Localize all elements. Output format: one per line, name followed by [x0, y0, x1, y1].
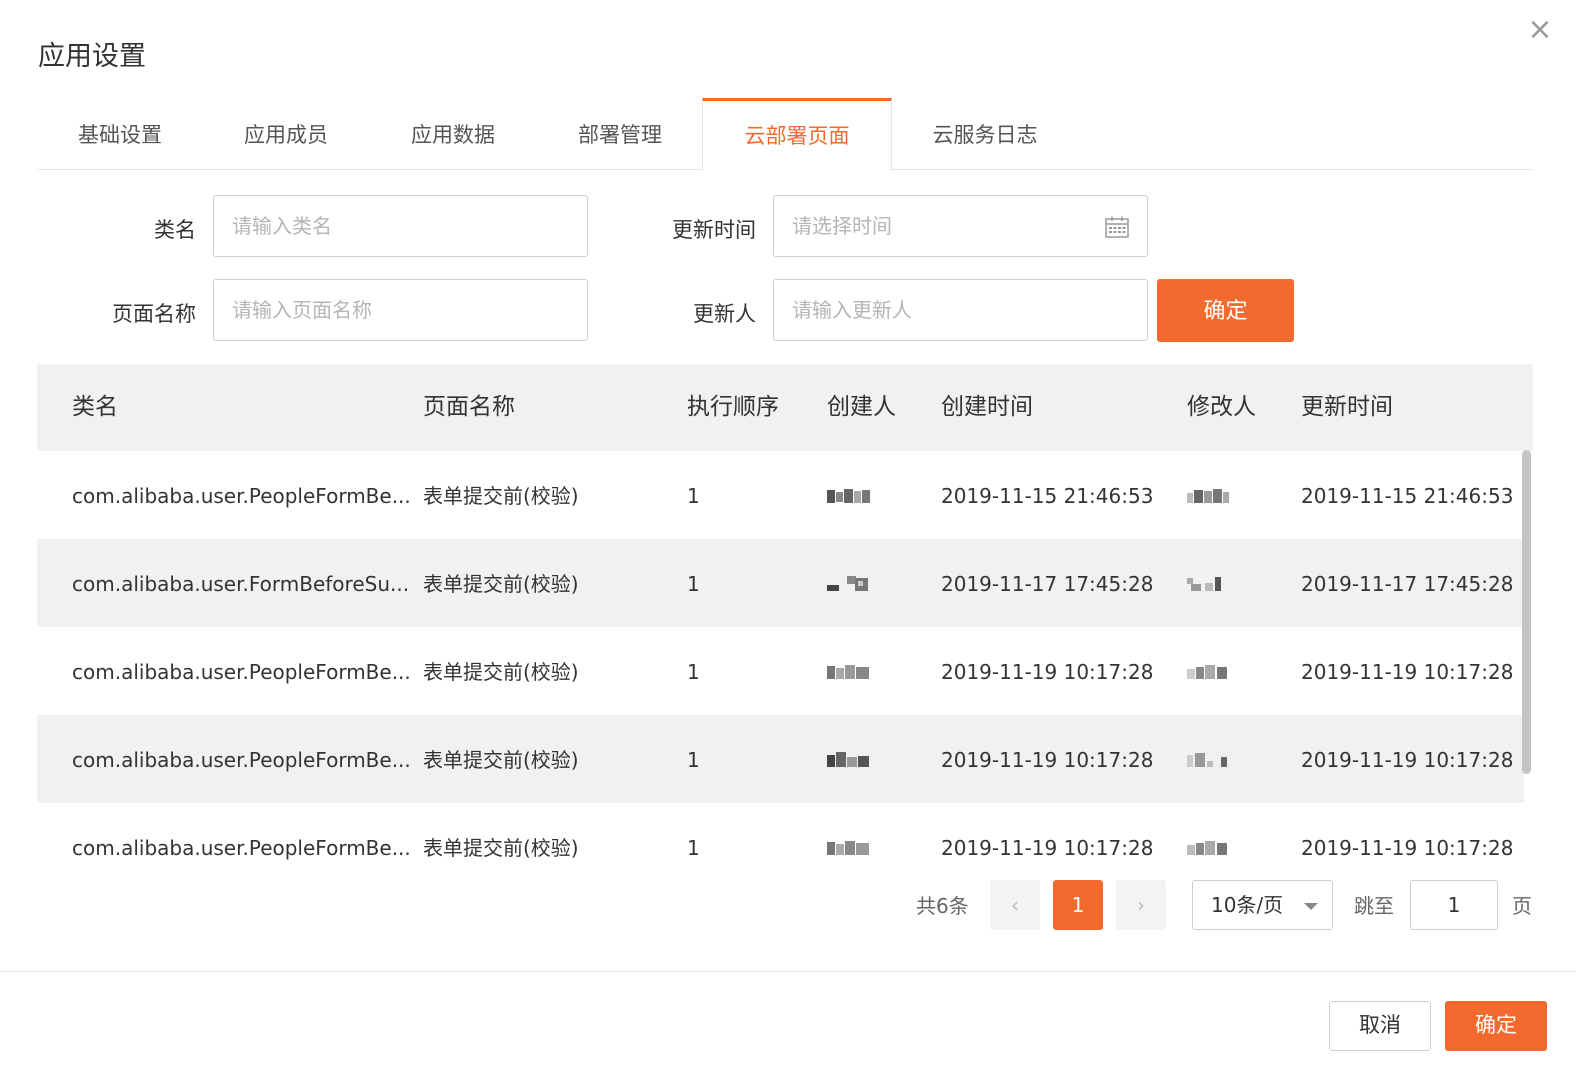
- cell-class-name: com.alibaba.user.PeopleFormBe...: [72, 748, 411, 772]
- table-row[interactable]: com.alibaba.user.FormBeforeSu... 表单提交前(校…: [37, 539, 1524, 627]
- cell-created-time: 2019-11-19 10:17:28: [941, 748, 1154, 772]
- column-header-modifier[interactable]: 修改人: [1187, 364, 1256, 451]
- cell-page-name: 表单提交前(校验): [423, 572, 579, 596]
- pagination-next-button[interactable]: ›: [1116, 880, 1166, 930]
- tab-bar: 基础设置 应用成员 应用数据 部署管理 云部署页面 云服务日志: [38, 98, 1533, 171]
- footer-divider: [0, 971, 1576, 972]
- modifier-blurred-name: [1187, 753, 1227, 767]
- column-header-order[interactable]: 执行顺序: [687, 364, 779, 451]
- pagination-page-1[interactable]: 1: [1053, 880, 1103, 930]
- cell-created-time: 2019-11-15 21:46:53: [941, 484, 1154, 508]
- cell-class-name: com.alibaba.user.FormBeforeSu...: [72, 572, 410, 596]
- creator-blurred-name: [827, 576, 868, 591]
- cell-created-time: 2019-11-19 10:17:28: [941, 836, 1154, 860]
- column-header-updated-time[interactable]: 更新时间: [1301, 364, 1393, 451]
- tab-app-data[interactable]: 应用数据: [411, 98, 495, 170]
- data-table: 类名 页面名称 执行顺序 创建人 创建时间 修改人 更新时间 com.aliba…: [37, 364, 1533, 860]
- cell-created-time: 2019-11-17 17:45:28: [941, 572, 1154, 596]
- update-time-field: [773, 195, 1148, 257]
- column-header-created-time[interactable]: 创建时间: [941, 364, 1033, 451]
- table-header: 类名 页面名称 执行顺序 创建人 创建时间 修改人 更新时间: [37, 364, 1533, 451]
- cell-class-name: com.alibaba.user.PeopleFormBe...: [72, 836, 411, 860]
- cell-order: 1: [687, 660, 700, 684]
- page-name-label: 页面名称: [112, 302, 196, 326]
- creator-blurred-name: [827, 752, 869, 767]
- pagination-total: 共6条: [916, 894, 969, 918]
- creator-blurred-name: [827, 665, 869, 679]
- cell-page-name: 表单提交前(校验): [423, 836, 579, 860]
- chevron-down-icon: [1304, 903, 1318, 910]
- cell-updated-time: 2019-11-19 10:17:28: [1301, 748, 1514, 772]
- updater-field: [773, 279, 1148, 341]
- filter-confirm-button[interactable]: 确定: [1157, 279, 1294, 342]
- page-size-select[interactable]: 10条/页: [1192, 880, 1333, 930]
- column-header-creator[interactable]: 创建人: [827, 364, 896, 451]
- modifier-blurred-name: [1187, 665, 1227, 679]
- tab-cloud-deploy-page[interactable]: 云部署页面: [702, 98, 892, 171]
- cell-class-name: com.alibaba.user.PeopleFormBe...: [72, 484, 411, 508]
- pagination-prev-button[interactable]: ‹: [990, 880, 1040, 930]
- cell-order: 1: [687, 748, 700, 772]
- cell-updated-time: 2019-11-19 10:17:28: [1301, 660, 1514, 684]
- creator-blurred-name: [827, 489, 870, 503]
- modifier-blurred-name: [1187, 577, 1221, 591]
- table-row[interactable]: com.alibaba.user.PeopleFormBe... 表单提交前(校…: [37, 803, 1524, 863]
- modifier-blurred-name: [1187, 489, 1229, 503]
- cell-order: 1: [687, 572, 700, 596]
- page-name-field: [213, 279, 588, 341]
- dialog-title: 应用设置: [38, 41, 146, 72]
- update-time-label: 更新时间: [672, 218, 756, 242]
- close-icon[interactable]: ×: [1524, 14, 1556, 46]
- page-size-value: 10条/页: [1211, 893, 1284, 917]
- tab-app-members[interactable]: 应用成员: [244, 98, 328, 170]
- cell-updated-time: 2019-11-17 17:45:28: [1301, 572, 1514, 596]
- cell-page-name: 表单提交前(校验): [423, 660, 579, 684]
- tab-cloud-service-log[interactable]: 云服务日志: [932, 98, 1038, 170]
- class-name-field: [213, 195, 588, 257]
- confirm-button[interactable]: 确定: [1445, 1001, 1547, 1051]
- cell-page-name: 表单提交前(校验): [423, 748, 579, 772]
- updater-label: 更新人: [693, 302, 756, 326]
- class-name-label: 类名: [154, 218, 196, 242]
- table-row[interactable]: com.alibaba.user.PeopleFormBe... 表单提交前(校…: [37, 715, 1524, 803]
- class-name-input[interactable]: [214, 196, 587, 256]
- table-row[interactable]: com.alibaba.user.PeopleFormBe... 表单提交前(校…: [37, 627, 1524, 715]
- jump-to-field: [1410, 880, 1498, 930]
- page-suffix-label: 页: [1512, 894, 1532, 918]
- cell-updated-time: 2019-11-15 21:46:53: [1301, 484, 1514, 508]
- cell-created-time: 2019-11-19 10:17:28: [941, 660, 1154, 684]
- cancel-button[interactable]: 取消: [1329, 1001, 1431, 1051]
- creator-blurred-name: [827, 841, 869, 855]
- tab-basic-settings[interactable]: 基础设置: [78, 98, 162, 170]
- modifier-blurred-name: [1187, 841, 1227, 855]
- cell-class-name: com.alibaba.user.PeopleFormBe...: [72, 660, 411, 684]
- page-name-input[interactable]: [214, 280, 587, 340]
- cell-updated-time: 2019-11-19 10:17:28: [1301, 836, 1514, 860]
- table-scrollbar[interactable]: [1522, 450, 1531, 774]
- jump-to-input[interactable]: [1411, 881, 1497, 929]
- updater-input[interactable]: [774, 280, 1147, 340]
- column-header-page-name[interactable]: 页面名称: [423, 364, 515, 451]
- column-header-class-name[interactable]: 类名: [72, 364, 118, 451]
- update-time-input[interactable]: [774, 196, 1147, 256]
- cell-page-name: 表单提交前(校验): [423, 484, 579, 508]
- cell-order: 1: [687, 484, 700, 508]
- table-row[interactable]: com.alibaba.user.PeopleFormBe... 表单提交前(校…: [37, 451, 1524, 539]
- calendar-icon[interactable]: [1105, 216, 1129, 238]
- tab-deploy-management[interactable]: 部署管理: [578, 98, 662, 170]
- table-body[interactable]: com.alibaba.user.PeopleFormBe... 表单提交前(校…: [37, 451, 1524, 863]
- jump-to-label: 跳至: [1354, 894, 1394, 918]
- cell-order: 1: [687, 836, 700, 860]
